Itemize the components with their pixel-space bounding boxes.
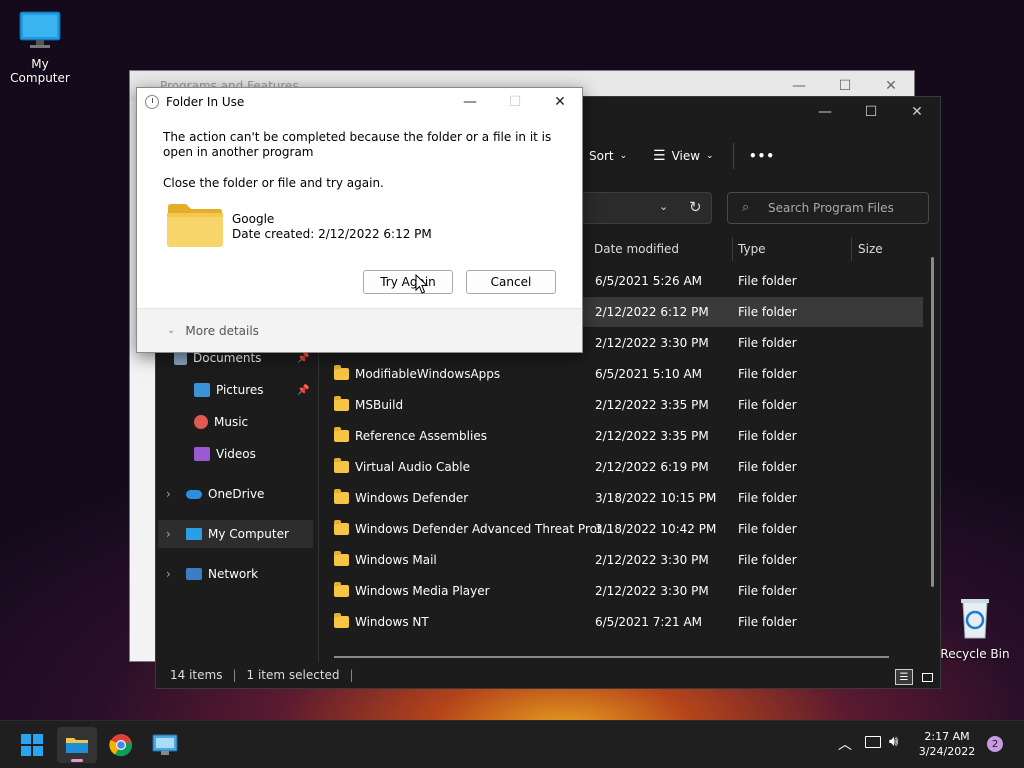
address-bar[interactable]: ⌄ ↻ (576, 192, 712, 224)
table-row[interactable]: Virtual Audio Cable 2/12/2022 6:19 PM Fi… (328, 452, 923, 482)
network-icon (186, 568, 202, 580)
table-row[interactable]: MSBuild 2/12/2022 3:35 PM File folder (328, 390, 923, 420)
chevron-down-icon: ⌄ (167, 325, 176, 336)
sort-button[interactable]: Sort ⌄ (589, 149, 627, 163)
folder-icon (334, 520, 349, 535)
folder-date: Date created: 2/12/2022 6:12 PM (232, 227, 432, 241)
list-view-icon: ☰ (653, 148, 666, 164)
more-options-button[interactable]: ••• (749, 149, 775, 163)
table-row[interactable]: Reference Assemblies 2/12/2022 3:35 PM F… (328, 421, 923, 451)
desktop-icon-recycle-bin[interactable]: Recycle Bin (935, 596, 1015, 661)
control-panel-icon (152, 734, 178, 755)
recycle-bin-icon (961, 599, 989, 639)
desktop-icon-label: My Computer (10, 57, 70, 85)
column-header-type[interactable]: Type (738, 237, 766, 261)
videos-icon (194, 447, 210, 461)
sidebar-item-network[interactable]: › Network (166, 560, 326, 588)
chevron-right-icon[interactable]: › (166, 487, 186, 501)
search-icon: ⌕ (742, 200, 750, 215)
status-bar: 14 items | 1 item selected | (170, 668, 354, 682)
folder-icon (167, 204, 223, 247)
cursor-icon (415, 274, 429, 294)
minimize-button[interactable]: — (447, 88, 493, 116)
folder-icon (334, 427, 349, 442)
chevron-up-icon[interactable]: ︿ (838, 734, 852, 754)
maximize-button: ☐ (508, 94, 522, 110)
chevron-down-icon: ⌄ (619, 151, 628, 161)
dialog-instruction: Close the folder or file and try again. (163, 176, 384, 190)
dialog-message: The action can't be completed because th… (163, 130, 552, 159)
desktop-icon-my-computer[interactable]: My Computer (0, 10, 80, 85)
column-header-date[interactable]: Date modified (594, 237, 679, 261)
minimize-button[interactable]: — (802, 97, 848, 127)
folder-icon (334, 551, 349, 566)
chrome-icon (109, 734, 133, 757)
chevron-right-icon[interactable]: › (166, 527, 186, 541)
table-row[interactable]: Windows Media Player 2/12/2022 3:30 PM F… (328, 576, 923, 606)
table-row[interactable]: ModifiableWindowsApps 6/5/2021 5:10 AM F… (328, 359, 923, 389)
network-icon[interactable] (865, 736, 881, 748)
pin-icon[interactable]: 📌 (297, 353, 309, 364)
close-button[interactable]: ✕ (537, 88, 583, 116)
clock-time: 2:17 AM (924, 730, 970, 743)
dialog-title: Folder In Use (166, 95, 245, 109)
refresh-icon[interactable]: ↻ (689, 198, 702, 216)
taskbar-control-panel[interactable] (145, 727, 185, 763)
clock-date: 3/24/2022 (918, 745, 976, 758)
taskbar-chrome[interactable] (101, 727, 141, 763)
cloud-icon (186, 489, 202, 499)
taskbar-file-explorer[interactable] (57, 727, 97, 763)
more-details-toggle[interactable]: ⌄ More details (137, 308, 582, 352)
horizontal-scrollbar[interactable] (334, 656, 889, 658)
notification-badge[interactable]: 2 (987, 736, 1003, 752)
start-button[interactable] (12, 727, 52, 763)
sidebar-item-onedrive[interactable]: › OneDrive (166, 480, 326, 508)
tiles-icon (921, 672, 933, 682)
folder-icon (334, 613, 349, 628)
volume-icon[interactable]: 🔊︎ (889, 732, 898, 750)
pictures-icon (194, 383, 210, 397)
folder-in-use-dialog[interactable]: Folder In Use — ☐ ✕ The action can't be … (136, 87, 583, 353)
windows-logo-icon (21, 734, 43, 756)
folder-icon (334, 396, 349, 411)
folder-icon (334, 489, 349, 504)
maximize-button[interactable]: ☐ (848, 97, 894, 127)
folder-icon (334, 365, 349, 380)
desktop-icon-label: Recycle Bin (940, 647, 1010, 661)
item-count: 14 items (170, 668, 223, 682)
vertical-scrollbar[interactable] (931, 257, 934, 587)
search-input[interactable]: ⌕ Search Program Files (727, 192, 929, 224)
cancel-button[interactable]: Cancel (466, 270, 556, 294)
details-view-button[interactable]: ☰ (895, 669, 913, 685)
view-button[interactable]: ☰ View ⌄ (653, 148, 714, 164)
try-again-button[interactable]: Try Again (363, 270, 453, 294)
close-button[interactable]: ✕ (894, 97, 940, 127)
table-row[interactable]: Windows Mail 2/12/2022 3:30 PM File fold… (328, 545, 923, 575)
tiles-view-button[interactable] (918, 669, 936, 685)
selection-count: 1 item selected (246, 668, 340, 682)
chevron-right-icon[interactable]: › (166, 567, 186, 581)
sidebar-item-my-computer[interactable]: › My Computer (158, 520, 313, 548)
pin-icon[interactable]: 📌 (297, 385, 309, 396)
folder-icon (66, 738, 88, 753)
column-header-size[interactable]: Size (858, 237, 883, 261)
documents-icon (174, 351, 187, 365)
monitor-icon (19, 11, 61, 48)
table-row[interactable]: Windows Defender 3/18/2022 10:15 PM File… (328, 483, 923, 513)
folder-name: Google (232, 212, 275, 226)
taskbar: ︿ 🔊︎ 2:17 AM 3/24/2022 2 (0, 720, 1024, 768)
folder-icon (334, 582, 349, 597)
music-icon (194, 415, 208, 429)
table-row[interactable]: Windows Defender Advanced Threat Prot...… (328, 514, 923, 544)
monitor-icon (186, 528, 202, 540)
chevron-down-icon: ⌄ (706, 151, 714, 161)
clock[interactable]: 2:17 AM 3/24/2022 (912, 729, 982, 759)
clock-icon (145, 95, 159, 109)
folder-icon (334, 458, 349, 473)
chevron-down-icon[interactable]: ⌄ (659, 200, 668, 213)
table-row[interactable]: Windows NT 6/5/2021 7:21 AM File folder (328, 607, 923, 637)
